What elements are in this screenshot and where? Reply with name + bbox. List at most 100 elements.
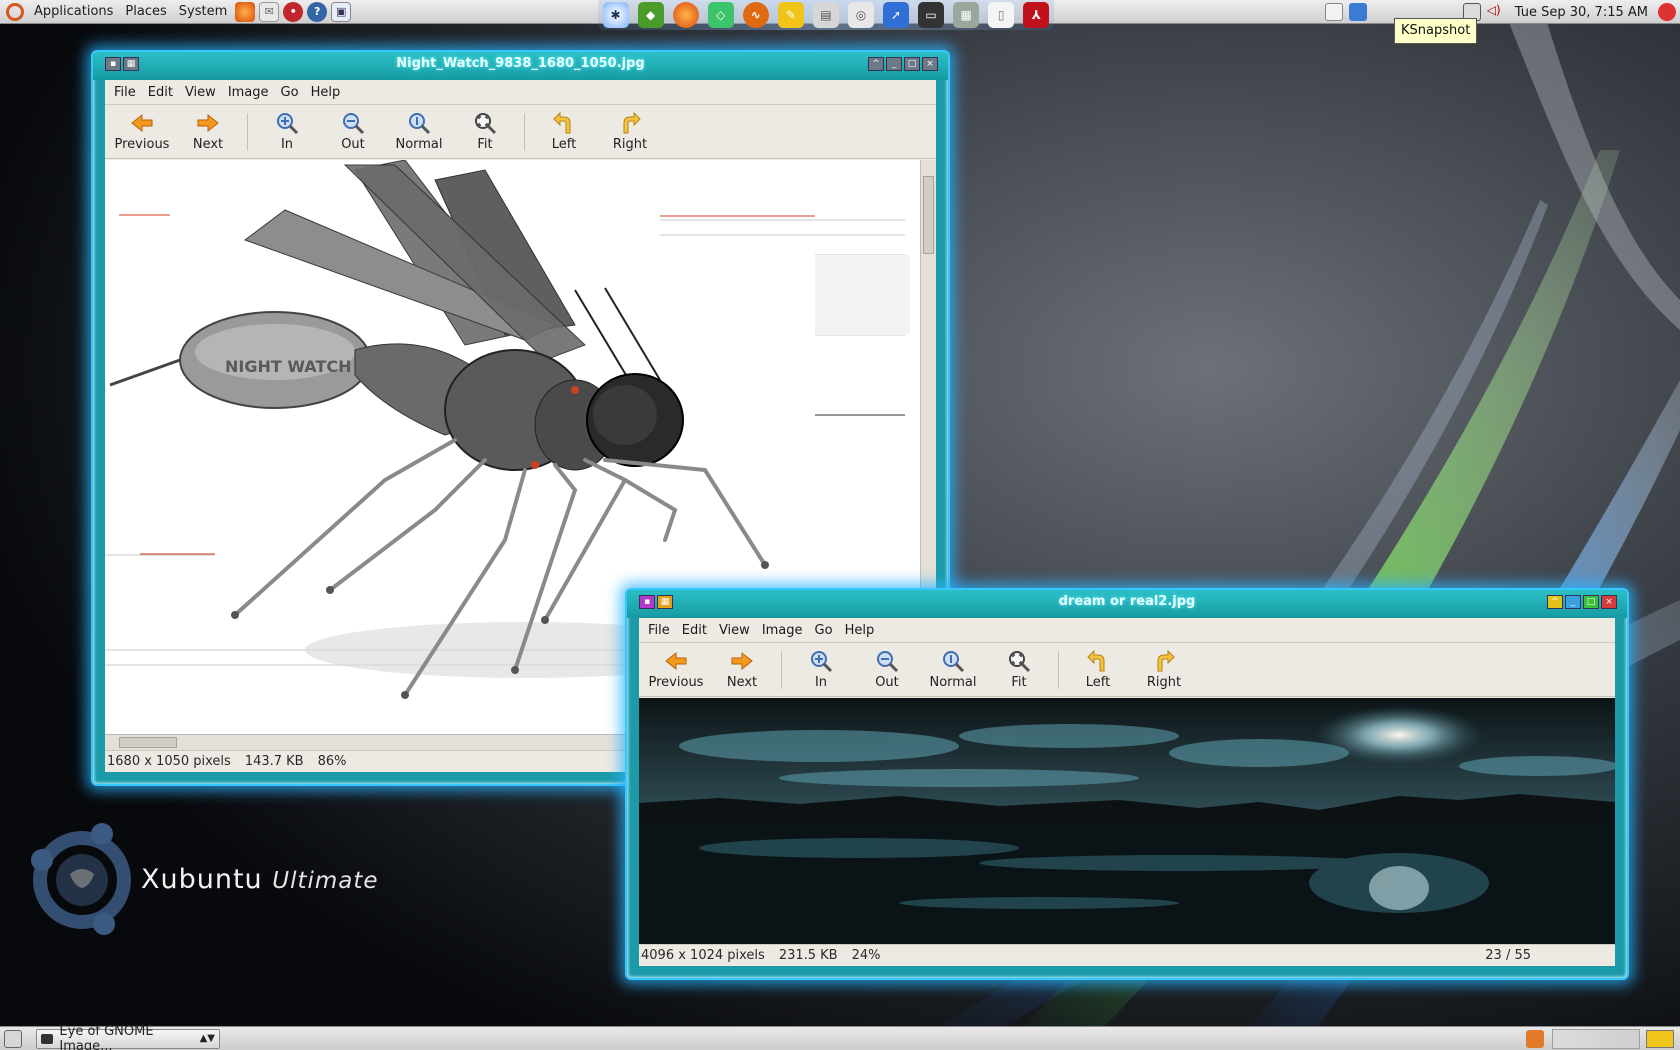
dock-document-icon[interactable]: ▯ — [988, 2, 1015, 28]
power-icon[interactable] — [1658, 3, 1676, 21]
active-workspace-icon[interactable] — [1646, 1030, 1674, 1048]
scrollbar-thumb[interactable] — [923, 176, 934, 254]
games-launcher-icon[interactable]: • — [283, 1, 304, 22]
zoom-normal-button[interactable]: Normal — [920, 645, 986, 695]
menu-file[interactable]: File — [108, 85, 142, 100]
firefox-launcher-icon[interactable] — [235, 1, 256, 22]
help-launcher-icon[interactable]: ? — [307, 1, 328, 22]
dock-firefox-icon[interactable] — [672, 2, 699, 28]
window-menu-icon[interactable]: ▪ — [105, 57, 121, 71]
close-icon[interactable]: × — [1601, 595, 1617, 609]
dock-gem-icon[interactable]: ◇ — [707, 2, 734, 28]
zoom-in-button[interactable]: In — [788, 645, 854, 695]
previous-button[interactable]: Previous — [643, 645, 709, 695]
image-counter: 23 / 55 — [1485, 948, 1531, 963]
menu-edit[interactable]: Edit — [142, 85, 179, 100]
window-sticky-icon[interactable]: ▦ — [657, 595, 673, 609]
dock-pdf-icon[interactable]: ⅄ — [1023, 2, 1050, 28]
taskbar-button-eye-of-gnome[interactable]: Eye of GNOME Image... ▲▼ — [36, 1024, 220, 1050]
clock[interactable]: Tue Sep 30, 7:15 AM — [1515, 5, 1648, 20]
trash-icon[interactable] — [1526, 1030, 1544, 1048]
titlebar[interactable]: ▪ ▦ dream or real2.jpg ^ _ □ × — [627, 590, 1627, 618]
zoom-out-button[interactable]: Out — [320, 107, 386, 157]
zoom-in-label: In — [814, 675, 828, 690]
window-menu-icon[interactable]: ▪ — [639, 595, 655, 609]
rotate-left-label: Left — [551, 137, 577, 152]
menu-view[interactable]: View — [713, 623, 756, 638]
tray-notes-icon[interactable] — [1324, 3, 1343, 21]
menu-help[interactable]: Help — [305, 85, 347, 100]
zoom-normal-label: Normal — [929, 675, 977, 690]
rotate-left-button[interactable]: Left — [531, 107, 597, 157]
show-desktop-icon[interactable] — [4, 1030, 22, 1048]
menu-view[interactable]: View — [179, 85, 222, 100]
menu-go[interactable]: Go — [275, 85, 305, 100]
zoom-in-icon — [811, 651, 833, 673]
zoom-out-icon — [343, 113, 365, 135]
next-label: Next — [726, 675, 758, 690]
workspace-switcher[interactable] — [1552, 1029, 1640, 1049]
image-dimensions: 1680 x 1050 pixels — [107, 754, 231, 769]
dock-terminal-icon[interactable]: ▭ — [918, 2, 945, 28]
window-sticky-icon[interactable]: ▦ — [123, 57, 139, 71]
dock-settings-icon[interactable]: ✱ — [602, 2, 629, 28]
toolbar-separator — [524, 112, 525, 151]
mail-launcher-icon[interactable]: ✉ — [259, 1, 280, 22]
xubuntu-branding: Xubuntu Ultimate — [24, 820, 384, 940]
dock-files-icon[interactable]: ▤ — [812, 2, 839, 28]
zoom-normal-label: Normal — [395, 137, 443, 152]
dock-audio-icon[interactable]: ∿ — [742, 2, 769, 28]
rotate-left-button[interactable]: Left — [1065, 645, 1131, 695]
system-tray: ◁) Tue Sep 30, 7:15 AM — [1324, 0, 1680, 24]
shade-icon[interactable]: ^ — [868, 57, 884, 71]
zoom-fit-button[interactable]: Fit — [452, 107, 518, 157]
menu-image[interactable]: Image — [756, 623, 809, 638]
tray-ksnapshot-icon[interactable] — [1348, 3, 1367, 21]
zoom-in-button[interactable]: In — [254, 107, 320, 157]
menu-file[interactable]: File — [642, 623, 676, 638]
menu-image[interactable]: Image — [222, 85, 275, 100]
dock-cursor-icon[interactable]: ➚ — [883, 2, 910, 28]
next-button[interactable]: Next — [175, 107, 241, 157]
arrow-left-icon — [665, 651, 687, 671]
statusbar: 4096 x 1024 pixels 231.5 KB 24% 23 / 55 — [639, 944, 1615, 966]
titlebar[interactable]: ▪ ▦ Night_Watch_9838_1680_1050.jpg ^ _ □… — [93, 52, 948, 80]
dock-pencil-icon[interactable]: ✎ — [777, 2, 804, 28]
zoom-out-button[interactable]: Out — [854, 645, 920, 695]
next-button[interactable]: Next — [709, 645, 775, 695]
tray-volume-icon[interactable]: ◁) — [1487, 3, 1505, 21]
shade-icon[interactable]: ^ — [1547, 595, 1563, 609]
scrollbar-thumb[interactable] — [119, 737, 177, 748]
maximize-icon[interactable]: □ — [904, 57, 920, 71]
rotate-left-label: Left — [1085, 675, 1111, 690]
zoom-fit-button[interactable]: Fit — [986, 645, 1052, 695]
brand-name: Xubuntu — [141, 864, 263, 895]
menu-places[interactable]: Places — [119, 0, 172, 24]
ubuntu-logo-icon[interactable] — [6, 2, 24, 21]
zoom-in-icon — [277, 113, 299, 135]
rotate-left-icon — [553, 111, 571, 134]
zoom-normal-icon — [409, 113, 431, 135]
maximize-icon[interactable]: □ — [1583, 595, 1599, 609]
minimize-icon[interactable]: _ — [886, 57, 902, 71]
zoom-level: 86% — [317, 754, 347, 769]
dock-nvidia-icon[interactable]: ◆ — [637, 2, 664, 28]
ksnapshot-tooltip: KSnapshot — [1394, 18, 1478, 44]
minimize-icon[interactable]: _ — [1565, 595, 1581, 609]
menu-go[interactable]: Go — [809, 623, 839, 638]
zoom-normal-button[interactable]: Normal — [386, 107, 452, 157]
task-arrow-icon: ▲▼ — [199, 1033, 215, 1044]
screenshot-launcher-icon[interactable]: ▣ — [331, 1, 352, 22]
menu-system[interactable]: System — [173, 0, 233, 24]
menu-help[interactable]: Help — [839, 623, 881, 638]
file-size: 231.5 KB — [778, 948, 838, 963]
dock-calculator-icon[interactable]: ▦ — [953, 2, 980, 28]
rotate-right-button[interactable]: Right — [1131, 645, 1197, 695]
close-icon[interactable]: × — [922, 57, 938, 71]
dock-drive-icon[interactable]: ◎ — [847, 2, 874, 28]
menu-applications[interactable]: Applications — [28, 0, 119, 24]
previous-button[interactable]: Previous — [109, 107, 175, 157]
image-viewport[interactable] — [639, 698, 1615, 944]
rotate-right-button[interactable]: Right — [597, 107, 663, 157]
menu-edit[interactable]: Edit — [676, 623, 713, 638]
